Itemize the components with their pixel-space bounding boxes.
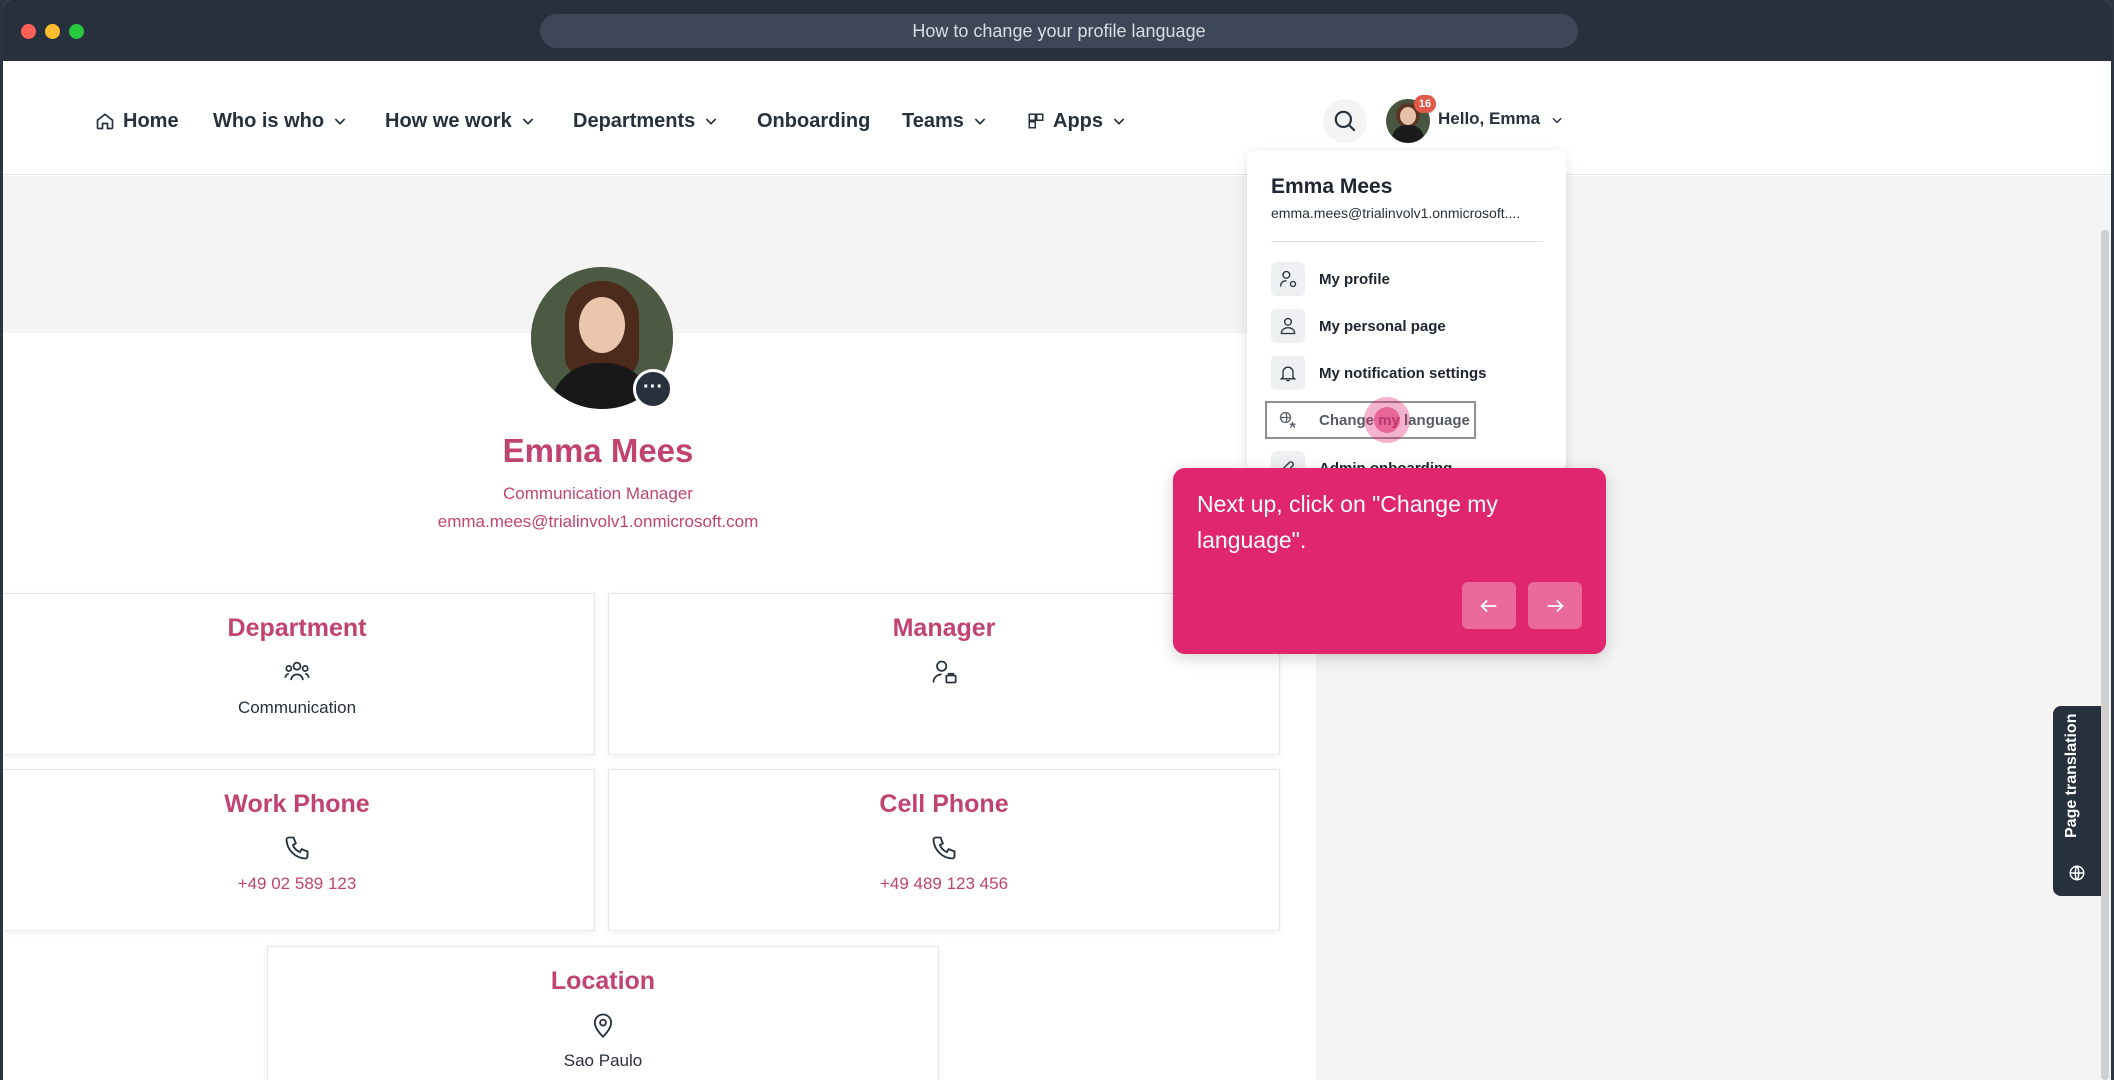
address-bar[interactable]: How to change your profile language [540, 14, 1578, 48]
tooltip-text: Next up, click on "Change my language". [1197, 491, 1498, 553]
person-icon [1271, 309, 1305, 343]
home-icon [96, 113, 114, 130]
department-card: Department Communication [3, 593, 595, 755]
search-icon [1334, 110, 1356, 132]
nav-how-we-work-label: How we work [385, 109, 512, 132]
globe-icon [2069, 865, 2085, 881]
chevron-down-icon [974, 118, 986, 125]
click-indicator-core [1374, 407, 1400, 433]
nav-apps[interactable]: Apps [1027, 106, 1127, 136]
maximize-window-button[interactable] [69, 24, 84, 39]
menu-item-my-personal-page[interactable]: My personal page [1271, 309, 1446, 343]
manager-icon [932, 660, 957, 684]
user-dropdown-menu: Emma Mees emma.mees@trialinvolv1.onmicro… [1247, 151, 1566, 469]
tooltip-previous-button[interactable] [1462, 582, 1516, 629]
nav-departments-label: Departments [573, 109, 696, 132]
scrollbar[interactable] [2101, 230, 2109, 1080]
nav-teams[interactable]: Teams [902, 106, 988, 136]
work-phone-value[interactable]: +49 02 589 123 [3, 874, 594, 894]
team-icon [284, 661, 310, 681]
chevron-down-icon [522, 118, 533, 125]
nav-apps-label: Apps [1053, 109, 1103, 132]
location-value: Sao Paulo [563, 1051, 643, 1070]
dropdown-user-email: emma.mees@trialinvolv1.onmicrosoft.... [1271, 205, 1521, 221]
department-value: Communication [237, 698, 357, 717]
menu-item-label: My profile [1319, 270, 1390, 288]
apps-icon [1028, 113, 1044, 129]
top-navigation: Home Who is who How we work Departments … [3, 61, 2111, 175]
dropdown-user-name: Emma Mees [1271, 175, 1393, 198]
language-icon [1271, 403, 1305, 437]
work-phone-card: Work Phone +49 02 589 123 [3, 769, 595, 931]
location-icon [593, 1013, 613, 1038]
location-card: Location Sao Paulo [267, 946, 939, 1080]
dropdown-divider [1271, 241, 1543, 242]
chevron-down-icon [1113, 118, 1125, 125]
ellipsis-icon: ··· [643, 376, 663, 398]
menu-item-label: My personal page [1319, 317, 1446, 335]
arrow-right-icon [1547, 599, 1564, 612]
nav-teams-label: Teams [902, 109, 964, 132]
cell-phone-title: Cell Phone [879, 790, 1009, 818]
browser-titlebar: How to change your profile language [3, 0, 2111, 61]
profile-more-button[interactable]: ··· [633, 369, 673, 409]
chevron-down-icon [1552, 117, 1562, 124]
tooltip-next-button[interactable] [1528, 582, 1582, 629]
search-button[interactable] [1323, 99, 1367, 143]
nav-how-we-work[interactable]: How we work [385, 106, 536, 136]
cell-phone-value[interactable]: +49 489 123 456 [609, 874, 1279, 894]
guide-tooltip: Next up, click on "Change my language". [1173, 468, 1606, 654]
cell-phone-card: Cell Phone +49 489 123 456 [608, 769, 1280, 931]
menu-item-label: My notification settings [1319, 364, 1487, 382]
nav-who-is-who-label: Who is who [213, 109, 325, 132]
rocket-icon [1271, 451, 1305, 469]
user-menu-toggle[interactable]: 16 Hello, Emma [1386, 95, 1566, 145]
chevron-down-icon [334, 118, 346, 125]
bell-icon [1271, 356, 1305, 390]
page-translation-label: Page translation [2063, 713, 2080, 838]
chevron-down-icon [706, 118, 717, 125]
profile-gear-icon [1271, 262, 1305, 296]
menu-item-notification-settings[interactable]: My notification settings [1271, 356, 1487, 390]
nav-departments[interactable]: Departments [573, 106, 719, 136]
page-translation-tab[interactable]: Page translation [2053, 706, 2101, 896]
notification-badge: 16 [1414, 95, 1436, 113]
greeting-label: Hello, Emma [1438, 109, 1541, 128]
profile-role: Communication Manager [503, 484, 693, 503]
profile-name: Emma Mees [502, 432, 694, 469]
close-window-button[interactable] [21, 24, 36, 39]
nav-onboarding[interactable]: Onboarding [757, 106, 870, 136]
phone-icon [932, 836, 956, 860]
arrow-left-icon [1480, 599, 1497, 612]
minimize-window-button[interactable] [45, 24, 60, 39]
nav-onboarding-label: Onboarding [757, 109, 871, 132]
nav-who-is-who[interactable]: Who is who [213, 106, 348, 136]
menu-item-admin-onboarding[interactable]: Admin onboarding [1271, 451, 1452, 469]
department-title: Department [227, 614, 367, 642]
menu-item-my-profile[interactable]: My profile [1271, 262, 1390, 296]
nav-home-label: Home [123, 109, 179, 132]
nav-home[interactable]: Home [95, 106, 179, 136]
profile-email[interactable]: emma.mees@trialinvolv1.onmicrosoft.com [3, 512, 1193, 532]
work-phone-title: Work Phone [224, 790, 370, 818]
browser-window: How to change your profile language Home… [3, 0, 2111, 1080]
phone-icon [285, 836, 309, 860]
location-title: Location [550, 967, 656, 995]
